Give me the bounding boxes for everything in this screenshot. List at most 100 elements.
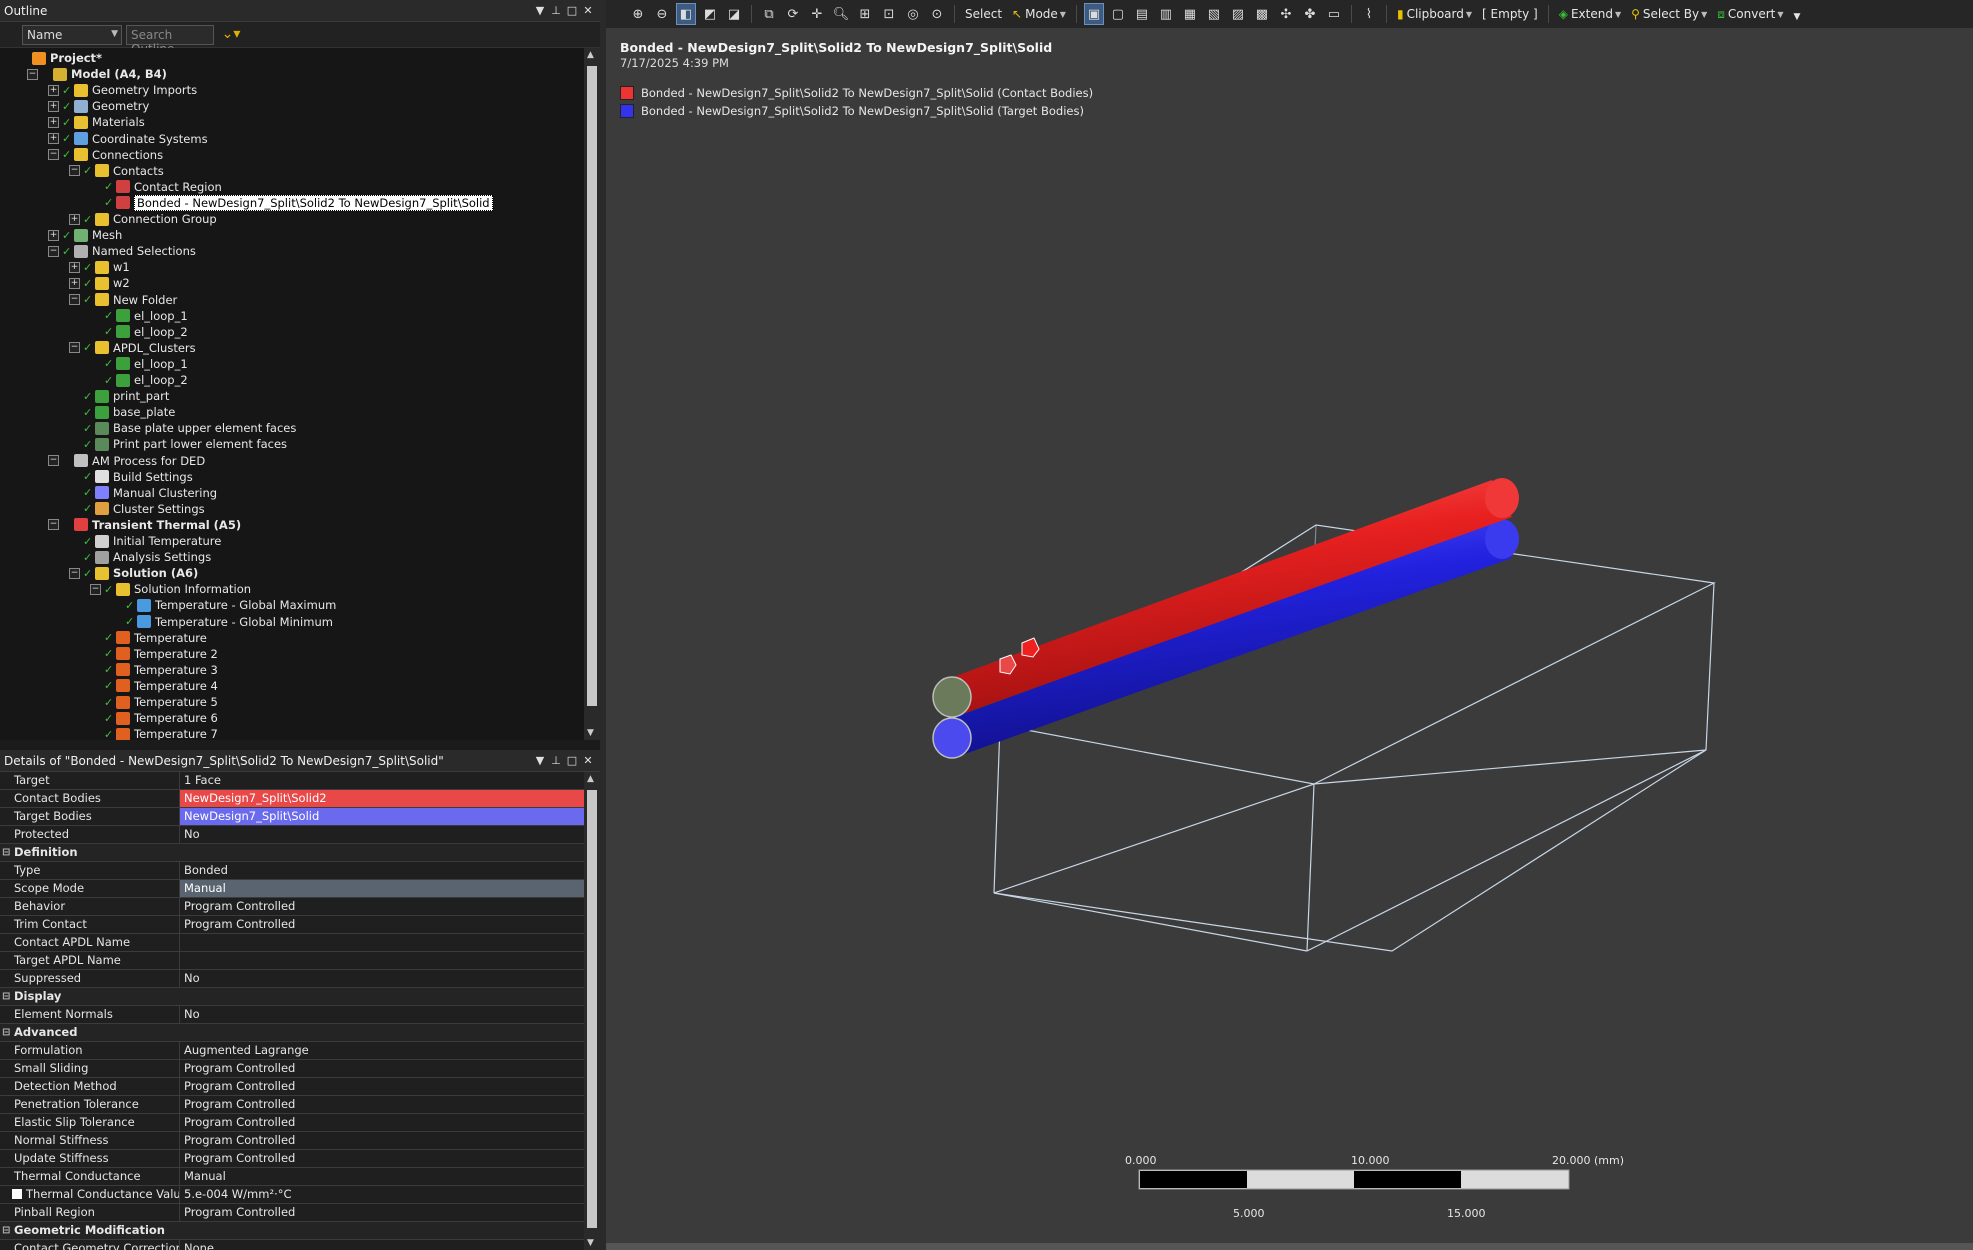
- details-row[interactable]: Thermal Conductance Value 5.e-004 W/mm²·°…: [0, 1186, 584, 1204]
- expand-icon[interactable]: +: [48, 133, 59, 144]
- expand-icon[interactable]: +: [48, 84, 59, 96]
- tree-item[interactable]: − ✓ Solution Information: [90, 581, 251, 597]
- property-value[interactable]: Program Controlled: [180, 1132, 584, 1149]
- details-row[interactable]: Trim Contact Program Controlled: [0, 916, 584, 934]
- maximize-icon[interactable]: □: [564, 754, 580, 767]
- property-value[interactable]: Augmented Lagrange: [180, 1042, 584, 1059]
- tree-item[interactable]: − AM Process for DED: [48, 453, 205, 469]
- tree-item[interactable]: ✓ Analysis Settings: [69, 549, 211, 565]
- property-value[interactable]: Program Controlled: [180, 1114, 584, 1131]
- tree-item[interactable]: ✓ Temperature 7: [90, 726, 218, 740]
- collapse-icon[interactable]: −: [69, 294, 80, 305]
- filter-expand-icon[interactable]: ⌄▾: [218, 25, 244, 45]
- collapse-icon[interactable]: −: [48, 245, 59, 257]
- tree-item[interactable]: + ✓ Geometry: [48, 98, 149, 114]
- tree-item[interactable]: ✓ Temperature - Global Maximum: [111, 597, 336, 613]
- tree-item[interactable]: ✓ Temperature - Global Minimum: [111, 614, 333, 630]
- property-value[interactable]: No: [180, 1006, 584, 1023]
- property-value[interactable]: 5.e-004 W/mm²·°C: [180, 1186, 584, 1203]
- details-row[interactable]: Small Sliding Program Controlled: [0, 1060, 584, 1078]
- property-value[interactable]: [180, 934, 584, 951]
- scroll-down-icon[interactable]: ▼: [587, 728, 594, 738]
- tree-item[interactable]: + ✓ Coordinate Systems: [48, 131, 208, 147]
- scroll-up-icon[interactable]: ▲: [587, 50, 594, 60]
- tree-item[interactable]: − ✓ Contacts: [69, 163, 164, 179]
- tree-item[interactable]: ✓ el_loop_2: [90, 324, 188, 340]
- details-section[interactable]: Advanced: [0, 1024, 584, 1042]
- scroll-up-icon[interactable]: ▲: [587, 774, 594, 784]
- property-value[interactable]: [180, 952, 584, 969]
- tree-item[interactable]: ✓ Temperature 2: [90, 646, 218, 662]
- tree-item[interactable]: ✓ Build Settings: [69, 469, 193, 485]
- details-row[interactable]: Contact Bodies NewDesign7_Split\Solid2: [0, 790, 584, 808]
- collapse-icon[interactable]: −: [69, 567, 80, 579]
- details-row[interactable]: Update Stiffness Program Controlled: [0, 1150, 584, 1168]
- tree-item[interactable]: ✓ el_loop_2: [90, 372, 188, 388]
- details-row[interactable]: Scope Mode Manual: [0, 880, 584, 898]
- collapse-icon[interactable]: −: [48, 455, 59, 466]
- property-value[interactable]: Program Controlled: [180, 1150, 584, 1167]
- tree-item[interactable]: ✓ Temperature 3: [90, 662, 218, 678]
- property-value[interactable]: No: [180, 970, 584, 987]
- tree-item[interactable]: − ✓ Solution (A6): [69, 565, 198, 581]
- details-row[interactable]: Formulation Augmented Lagrange: [0, 1042, 584, 1060]
- property-value[interactable]: Program Controlled: [180, 1078, 584, 1095]
- scroll-down-icon[interactable]: ▼: [587, 1238, 594, 1248]
- tree-item[interactable]: ✓ Bonded - NewDesign7_Split\Solid2 To New…: [90, 194, 493, 211]
- property-value[interactable]: Manual: [180, 880, 584, 897]
- tree-item[interactable]: − ✓ APDL_Clusters: [69, 340, 196, 356]
- tree-item[interactable]: + ✓ Mesh: [48, 227, 122, 243]
- details-row[interactable]: Type Bonded: [0, 862, 584, 880]
- dropdown-icon[interactable]: ▼: [532, 754, 548, 767]
- tree-item[interactable]: ✓ print_part: [69, 388, 169, 404]
- tree-item[interactable]: ✓ Cluster Settings: [69, 501, 205, 517]
- tree-item[interactable]: + ✓ Materials: [48, 114, 145, 130]
- property-value[interactable]: No: [180, 826, 584, 843]
- tree-item[interactable]: ✓ Contact Region: [90, 179, 222, 195]
- details-section[interactable]: Display: [0, 988, 584, 1006]
- tree-item[interactable]: ✓ Temperature 4: [90, 678, 218, 694]
- pin-icon[interactable]: ⊥: [548, 4, 564, 17]
- tree-item[interactable]: − ✓ Named Selections: [48, 243, 196, 259]
- expand-icon[interactable]: +: [69, 213, 80, 225]
- property-value[interactable]: Program Controlled: [180, 1096, 584, 1113]
- details-row[interactable]: Suppressed No: [0, 970, 584, 988]
- tree-item[interactable]: ✓ Initial Temperature: [69, 533, 221, 549]
- expand-icon[interactable]: +: [69, 261, 80, 273]
- outline-scrollbar[interactable]: ▲ ▼: [584, 48, 600, 740]
- tree-item[interactable]: ✓ base_plate: [69, 404, 175, 420]
- parameter-checkbox[interactable]: [12, 1189, 22, 1199]
- details-section[interactable]: Definition: [0, 844, 584, 862]
- tree-item[interactable]: + ✓ w2: [69, 275, 130, 291]
- property-value[interactable]: Program Controlled: [180, 1060, 584, 1077]
- details-row[interactable]: Pinball Region Program Controlled: [0, 1204, 584, 1222]
- tree-item[interactable]: ✓ Base plate upper element faces: [69, 420, 296, 436]
- details-row[interactable]: Target APDL Name: [0, 952, 584, 970]
- pin-icon[interactable]: ⊥: [548, 754, 564, 767]
- collapse-icon[interactable]: −: [69, 342, 80, 354]
- property-value[interactable]: NewDesign7_Split\Solid: [180, 808, 584, 825]
- tree-item[interactable]: ✓ Temperature 6: [90, 710, 218, 726]
- details-section[interactable]: Geometric Modification: [0, 1222, 584, 1240]
- dropdown-icon[interactable]: ▼: [532, 4, 548, 17]
- details-row[interactable]: Element Normals No: [0, 1006, 584, 1024]
- maximize-icon[interactable]: □: [564, 4, 580, 17]
- property-value[interactable]: 1 Face: [180, 772, 584, 789]
- close-icon[interactable]: ✕: [580, 4, 596, 17]
- close-icon[interactable]: ✕: [580, 754, 596, 767]
- graphics-viewport[interactable]: ⊕ ⊖ ◧ ◩ ◪ ⧉ ⟳ ✛ 🔍︎ ⊞ ⊡ ◎ ⊙ Select ↖ Mode ▼…: [606, 0, 1973, 1250]
- tree-item[interactable]: ✓ el_loop_1: [90, 356, 188, 372]
- property-value[interactable]: Program Controlled: [180, 898, 584, 915]
- details-row[interactable]: Target Bodies NewDesign7_Split\Solid: [0, 808, 584, 826]
- tree-item[interactable]: ✓ Print part lower element faces: [69, 436, 287, 452]
- tree-item[interactable]: − ✓ New Folder: [69, 292, 177, 308]
- property-value[interactable]: Bonded: [180, 862, 584, 879]
- collapse-icon[interactable]: −: [69, 165, 80, 177]
- expand-icon[interactable]: +: [48, 229, 59, 241]
- collapse-icon[interactable]: −: [48, 519, 59, 531]
- details-row[interactable]: Thermal Conductance Manual: [0, 1168, 584, 1186]
- expand-icon[interactable]: +: [48, 116, 59, 128]
- tree-item[interactable]: ✓ Manual Clustering: [69, 485, 217, 501]
- scroll-thumb[interactable]: [587, 66, 597, 706]
- collapse-icon[interactable]: −: [48, 149, 59, 161]
